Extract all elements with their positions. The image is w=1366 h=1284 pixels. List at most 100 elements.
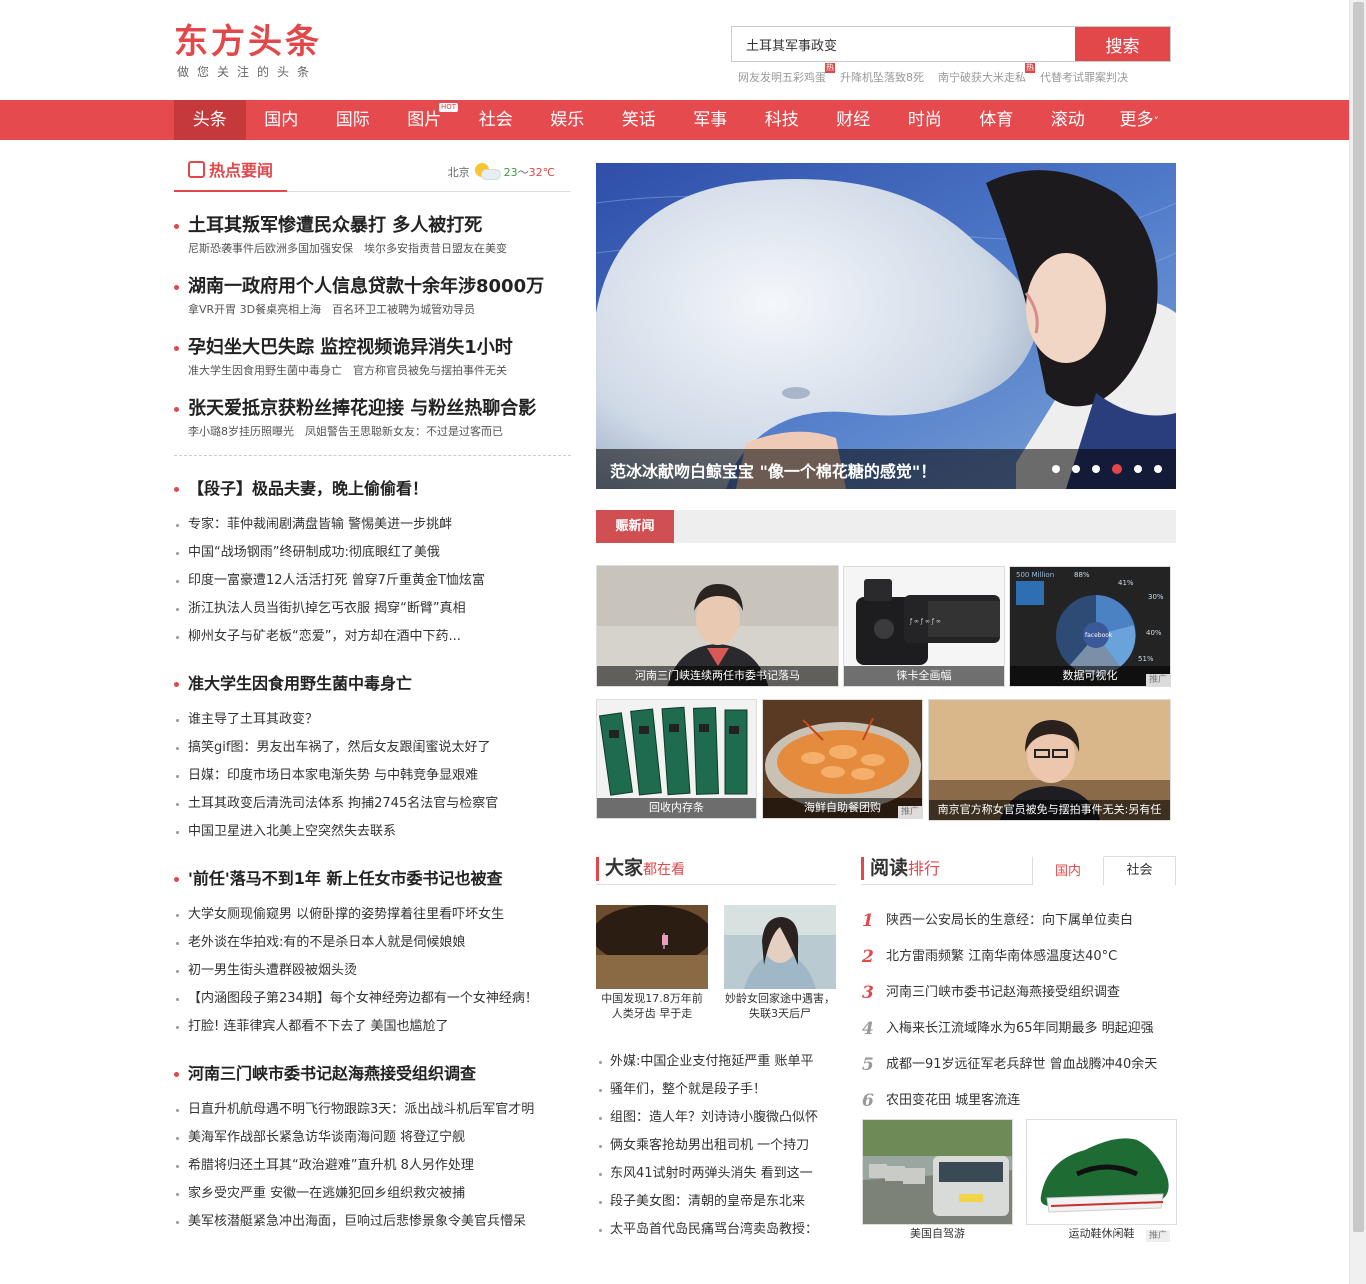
carousel-dot[interactable] [1134, 465, 1142, 473]
carousel-dot[interactable] [1052, 465, 1060, 473]
carousel-dot[interactable] [1154, 465, 1162, 473]
photo-card[interactable] [1026, 1119, 1177, 1225]
list-item[interactable]: 谁主导了土耳其政变？ [174, 706, 571, 734]
weather-widget[interactable]: 北京 23～32℃ [448, 163, 555, 181]
headline-carousel[interactable]: 范冰冰献吻白鲸宝宝 "像一个棉花糖的感觉"！ [596, 163, 1176, 489]
carousel-dot[interactable] [1092, 465, 1100, 473]
list-item[interactable]: 骚年们，整个就是段子手！ [598, 1076, 838, 1104]
hot-word[interactable]: 升降机坠落致8死 [840, 69, 924, 85]
list-item[interactable]: 美军核潜艇紧急冲出海面，巨响过后悲惨景象令美官兵懵呆 [174, 1208, 571, 1236]
section-headline[interactable]: '前任'落马不到1年 新上任女市委书记也被查 [174, 868, 571, 890]
sub-link[interactable]: 尼斯恐袭事件后欧洲多国加强安保 [188, 242, 353, 255]
carousel-caption[interactable]: 范冰冰献吻白鲸宝宝 "像一个棉花糖的感觉"！ [610, 458, 936, 482]
nav-item-tech[interactable]: 科技 [746, 100, 818, 140]
top-news-item: 孕妇坐大巴失踪 监控视频诡异消失1小时 准大学生因食用野生菌中毒身亡 官方称官员被… [174, 336, 571, 382]
list-item[interactable]: 外媒:中国企业支付拖延严重 账单平 [598, 1048, 838, 1076]
carousel-dot-active[interactable] [1112, 464, 1122, 474]
list-item[interactable]: 【内涵图段子第234期】每个女神经旁边都有一个女神经病！ [174, 985, 571, 1013]
sub-link[interactable]: 李小璐8岁挂历照曝光 [188, 425, 294, 438]
list-item[interactable]: 中国“战场钢雨”终研制成功:彻底眼红了美俄 [174, 539, 571, 567]
list-item[interactable]: 印度一富豪遭12人活活打死 曾穿7斤重黄金T恤炫富 [174, 567, 571, 595]
rank-item[interactable]: 5 成都一91岁远征军老兵辞世 曾血战腾冲40余天 [862, 1047, 1177, 1083]
nav-item-jokes[interactable]: 笑话 [603, 100, 675, 140]
nav-item-entertainment[interactable]: 娱乐 [532, 100, 604, 140]
nav-item-headlines[interactable]: 头条 [174, 100, 246, 140]
list-item[interactable]: 大学女厕现偷窥男 以俯卧撑的姿势撑着往里看吓坏女生 [174, 901, 571, 929]
list-item[interactable]: 组图：造人年？刘诗诗小腹微凸似怀 [598, 1104, 838, 1132]
photo-card[interactable]: 回收内存条 [596, 699, 757, 819]
hot-word[interactable]: 网友发明五彩鸡蛋热 [738, 63, 835, 85]
list-item[interactable]: 老外谈在华拍戏:有的不是杀日本人就是伺候娘娘 [174, 929, 571, 957]
sub-link[interactable]: 官方称官员被免与摆拍事件无关 [353, 364, 507, 377]
sub-link[interactable]: 拿VR开胃 3D餐桌亮相上海 [188, 303, 321, 316]
nav-item-more[interactable]: 更多˅ [1104, 100, 1176, 140]
photo-card[interactable]: 500 Million facebook 88% 41% 30% 40% 51%… [1009, 566, 1171, 687]
photo-card[interactable]: 河南三门峡连续两任市委书记落马 [596, 565, 839, 687]
top-headline[interactable]: 孕妇坐大巴失踪 监控视频诡异消失1小时 [174, 336, 571, 360]
nav-item-fashion[interactable]: 时尚 [889, 100, 961, 140]
rank-item[interactable]: 3 河南三门峡市委书记赵海燕接受组织调查 [862, 975, 1177, 1011]
list-item[interactable]: 土耳其政变后清洗司法体系 拘捕2745名法官与检察官 [174, 790, 571, 818]
nav-item-domestic[interactable]: 国内 [246, 100, 318, 140]
everyone-watching-header: 大家都在看 [596, 853, 836, 885]
section-headline[interactable]: 【段子】极品夫妻，晚上偷偷看！ [174, 478, 571, 500]
section-headline[interactable]: 河南三门峡市委书记赵海燕接受组织调查 [174, 1063, 571, 1085]
hui-news-tab[interactable]: 赈新闻 [596, 510, 674, 543]
list-item[interactable]: 太平岛首代岛民痛骂台湾卖岛教授： [598, 1216, 838, 1244]
top-headline[interactable]: 张天爱抵京获粉丝捧花迎接 与粉丝热聊合影 [174, 397, 571, 421]
hot-word[interactable]: 代替考试罪案判决 [1040, 69, 1128, 85]
photo-card[interactable] [724, 905, 836, 989]
photo-card[interactable]: 海鲜自助餐团购 推广 [762, 699, 923, 819]
list-item[interactable]: 日媒：印度市场日本家电渐失势 与中韩竞争显艰难 [174, 762, 571, 790]
site-logo[interactable]: 东方头条 做您关注的头条 [174, 22, 322, 80]
page-scrollbar[interactable] [1349, 0, 1366, 1284]
top-headline[interactable]: 湖南一政府用个人信息贷款十余年涉8000万 [174, 275, 571, 299]
nav-item-military[interactable]: 军事 [675, 100, 747, 140]
tab-domestic[interactable]: 国内 [1032, 856, 1104, 885]
rank-item[interactable]: 2 北方雷雨频繁 江南华南体感温度达40°C [862, 939, 1177, 975]
rank-item[interactable]: 4 入梅来长江流域降水为65年同期最多 明起迎强 [862, 1011, 1177, 1047]
list-item[interactable]: 美海军作战部长紧急访华谈南海问题 将登辽宁舰 [174, 1124, 571, 1152]
nav-item-finance[interactable]: 财经 [818, 100, 890, 140]
carousel-dot[interactable] [1072, 465, 1080, 473]
rank-item[interactable]: 6 农田变花田 城里客流连 [862, 1083, 1177, 1119]
rank-number: 5 [862, 1055, 874, 1075]
photo-card[interactable]: 南京官方称女官员被免与摆拍事件无关:另有任 [928, 699, 1171, 821]
list-item[interactable]: 日直升机航母遇不明飞行物跟踪3天：派出战斗机后军官才明 [174, 1096, 571, 1124]
list-item[interactable]: 打脸! 连菲律宾人都看不下去了 美国也尴尬了 [174, 1013, 571, 1041]
list-item[interactable]: 柳州女子与矿老板“恋爱”，对方却在酒中下药... [174, 623, 571, 651]
list-item[interactable]: 希腊将归还土耳其“政治避难”直升机 8人另作处理 [174, 1152, 571, 1180]
search-button[interactable]: 搜索 [1075, 27, 1170, 61]
nav-item-pictures[interactable]: 图片 HOT [389, 100, 461, 140]
list-item[interactable]: 专家：菲仲裁闹剧满盘皆输 警惕美进一步挑衅 [174, 511, 571, 539]
nav-item-society[interactable]: 社会 [460, 100, 532, 140]
list-item[interactable]: 搞笑gif图：男友出车祸了，然后女友跟闺蜜说太好了 [174, 734, 571, 762]
photo-caption[interactable]: 美国自驾游 [862, 1226, 1013, 1241]
sub-link[interactable]: 埃尔多安指责昔日盟友在美变 [364, 242, 507, 255]
rank-item[interactable]: 1 陕西一公安局长的生意经：向下属单位卖白 [862, 903, 1177, 939]
sub-link[interactable]: 百名环卫工被聘为城管劝导员 [332, 303, 475, 316]
nav-item-international[interactable]: 国际 [317, 100, 389, 140]
top-headline[interactable]: 土耳其叛军惨遭民众暴打 多人被打死 [174, 214, 571, 238]
sub-link[interactable]: 准大学生因食用野生菌中毒身亡 [188, 364, 342, 377]
nav-item-rolling[interactable]: 滚动 [1032, 100, 1104, 140]
list-item[interactable]: 中国卫星进入北美上空突然失去联系 [174, 818, 571, 846]
photo-card[interactable] [862, 1119, 1013, 1225]
photo-card[interactable]: ƒ ∞ ƒ ∞ ƒ ∞ 徕卡全画幅 [843, 566, 1005, 687]
photo-caption[interactable]: 中国发现17.8万年前人类牙齿 早于走 [596, 991, 708, 1021]
list-item[interactable]: 俩女乘客抢劫男出租司机 一个持刀 [598, 1132, 838, 1160]
list-item[interactable]: 家乡受灾严重 安徽一在逃嫌犯回乡组织救灾被捕 [174, 1180, 571, 1208]
list-item[interactable]: 东风41试射时两弹头消失 看到这一 [598, 1160, 838, 1188]
hot-word[interactable]: 南宁破获大米走私热 [938, 63, 1035, 85]
nav-item-sports[interactable]: 体育 [961, 100, 1033, 140]
list-item[interactable]: 浙江执法人员当街扒掉乞丐衣服 揭穿“断臂”真相 [174, 595, 571, 623]
scrollbar-thumb[interactable] [1353, 2, 1364, 1232]
section-headline[interactable]: 准大学生因食用野生菌中毒身亡 [174, 673, 571, 695]
sub-link[interactable]: 凤姐警告王思聪新女友：不过是过客而已 [305, 425, 503, 438]
list-item[interactable]: 段子美女图：清朝的皇帝是东北来 [598, 1188, 838, 1216]
photo-card[interactable] [596, 905, 708, 989]
list-item[interactable]: 初一男生街头遭群殴被烟头烫 [174, 957, 571, 985]
search-input[interactable] [732, 27, 1075, 61]
tab-society[interactable]: 社会 [1104, 856, 1176, 885]
photo-caption[interactable]: 妙龄女回家途中遇害，失联3天后尸 [724, 991, 836, 1021]
